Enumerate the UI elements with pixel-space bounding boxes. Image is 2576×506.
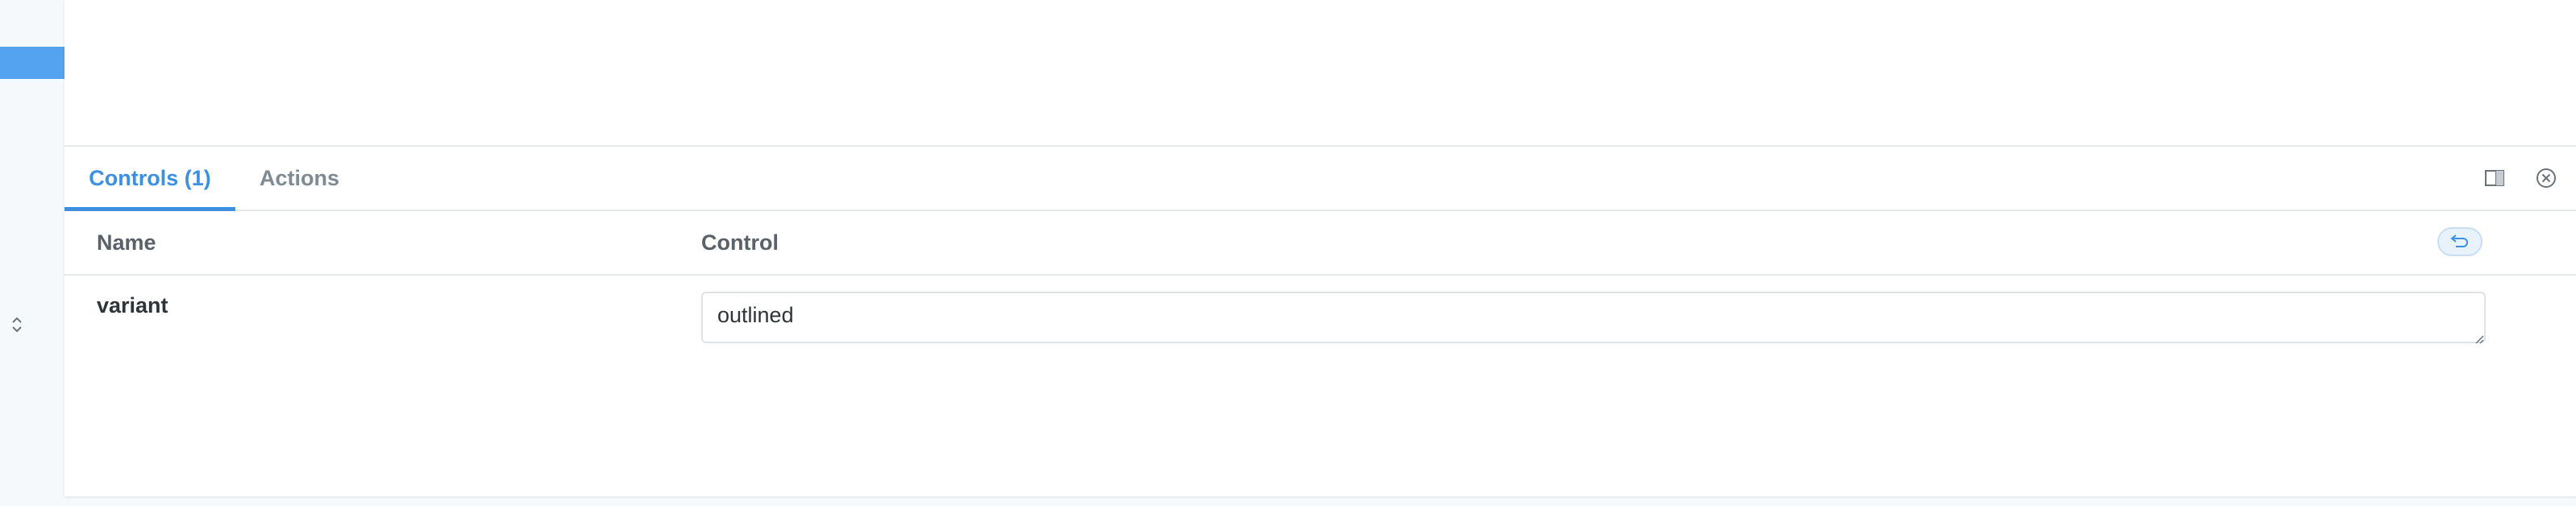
undo-icon — [2449, 232, 2470, 252]
addons-panel: Controls (1) Actions Name Control varian… — [64, 147, 2576, 496]
tab-controls-label: Controls (1) — [89, 166, 211, 190]
tab-controls[interactable]: Controls (1) — [64, 147, 235, 211]
reset-controls-button[interactable] — [2437, 227, 2483, 256]
control-name-variant: variant — [97, 293, 168, 317]
tab-actions[interactable]: Actions — [260, 147, 339, 209]
main-panel: Controls (1) Actions Name Control varian… — [64, 0, 2576, 496]
table-row: variant outlined — [64, 276, 2576, 348]
chevron-up-down-icon[interactable] — [8, 313, 26, 337]
story-preview-canvas — [64, 0, 2576, 147]
column-header-name: Name — [97, 230, 156, 255]
resize-handle-icon[interactable] — [2474, 334, 2484, 344]
tab-actions-label: Actions — [260, 166, 340, 190]
panel-layout-icon[interactable] — [2481, 164, 2508, 192]
variant-control-input[interactable]: outlined — [701, 292, 2486, 343]
addons-tabbar: Controls (1) Actions — [64, 147, 2576, 211]
column-header-control: Control — [701, 230, 779, 255]
sidebar-active-item[interactable] — [0, 47, 64, 79]
sidebar — [0, 0, 64, 506]
controls-table-header: Name Control — [64, 211, 2576, 276]
close-circle-icon[interactable] — [2532, 164, 2560, 192]
